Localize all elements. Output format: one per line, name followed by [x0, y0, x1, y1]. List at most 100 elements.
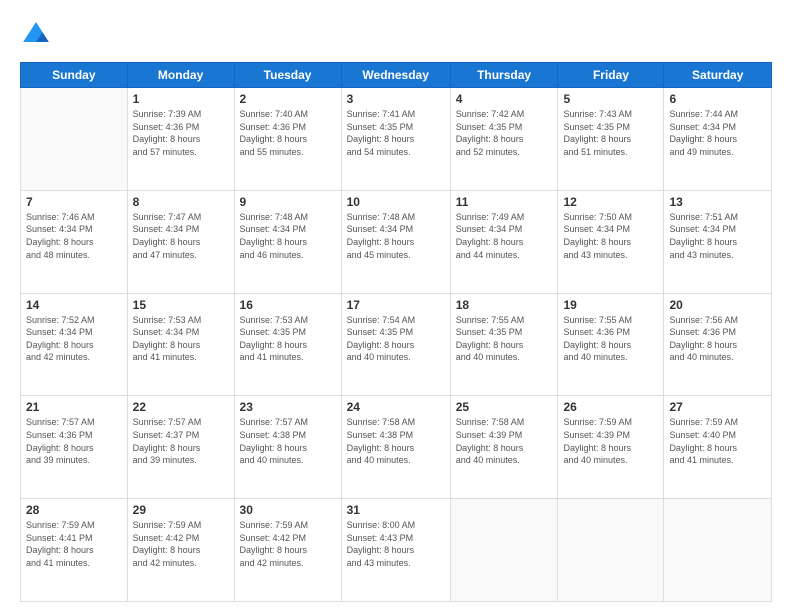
day-number: 6	[669, 92, 766, 106]
day-info: Sunrise: 7:57 AM Sunset: 4:36 PM Dayligh…	[26, 416, 122, 466]
calendar-cell: 6 Sunrise: 7:44 AM Sunset: 4:34 PM Daylig…	[664, 88, 772, 191]
calendar-table: SundayMondayTuesdayWednesdayThursdayFrid…	[20, 62, 772, 602]
calendar-cell: 29 Sunrise: 7:59 AM Sunset: 4:42 PM Dayli…	[127, 499, 234, 602]
calendar-cell	[450, 499, 558, 602]
calendar-cell: 31 Sunrise: 8:00 AM Sunset: 4:43 PM Dayli…	[341, 499, 450, 602]
day-info: Sunrise: 8:00 AM Sunset: 4:43 PM Dayligh…	[347, 519, 445, 569]
day-info: Sunrise: 7:42 AM Sunset: 4:35 PM Dayligh…	[456, 108, 553, 158]
day-number: 21	[26, 400, 122, 414]
day-info: Sunrise: 7:57 AM Sunset: 4:38 PM Dayligh…	[240, 416, 336, 466]
logo-icon	[20, 18, 52, 50]
day-info: Sunrise: 7:52 AM Sunset: 4:34 PM Dayligh…	[26, 314, 122, 364]
calendar-cell: 12Sunrise: 7:50 AM Sunset: 4:34 PM Dayli…	[558, 190, 664, 293]
day-number: 14	[26, 298, 122, 312]
calendar-cell: 24 Sunrise: 7:58 AM Sunset: 4:38 PM Dayli…	[341, 396, 450, 499]
day-info: Sunrise: 7:44 AM Sunset: 4:34 PM Dayligh…	[669, 108, 766, 158]
calendar-cell: 23 Sunrise: 7:57 AM Sunset: 4:38 PM Dayli…	[234, 396, 341, 499]
calendar-cell: 11 Sunrise: 7:49 AM Sunset: 4:34 PM Dayli…	[450, 190, 558, 293]
weekday-header-friday: Friday	[558, 63, 664, 88]
calendar-cell: 26Sunrise: 7:59 AM Sunset: 4:39 PM Dayli…	[558, 396, 664, 499]
day-number: 5	[563, 92, 658, 106]
calendar-cell	[664, 499, 772, 602]
day-number: 23	[240, 400, 336, 414]
weekday-header-tuesday: Tuesday	[234, 63, 341, 88]
calendar-cell: 3 Sunrise: 7:41 AM Sunset: 4:35 PM Daylig…	[341, 88, 450, 191]
day-info: Sunrise: 7:53 AM Sunset: 4:35 PM Dayligh…	[240, 314, 336, 364]
day-info: Sunrise: 7:56 AM Sunset: 4:36 PM Dayligh…	[669, 314, 766, 364]
page-header	[20, 18, 772, 50]
calendar-cell: 16 Sunrise: 7:53 AM Sunset: 4:35 PM Dayli…	[234, 293, 341, 396]
calendar-cell: 5 Sunrise: 7:43 AM Sunset: 4:35 PM Daylig…	[558, 88, 664, 191]
day-number: 31	[347, 503, 445, 517]
calendar-cell: 9Sunrise: 7:48 AM Sunset: 4:34 PM Daylig…	[234, 190, 341, 293]
day-info: Sunrise: 7:57 AM Sunset: 4:37 PM Dayligh…	[133, 416, 229, 466]
calendar-cell: 4 Sunrise: 7:42 AM Sunset: 4:35 PM Daylig…	[450, 88, 558, 191]
day-number: 17	[347, 298, 445, 312]
calendar-cell: 8Sunrise: 7:47 AM Sunset: 4:34 PM Daylig…	[127, 190, 234, 293]
day-number: 25	[456, 400, 553, 414]
calendar-week-row: 14 Sunrise: 7:52 AM Sunset: 4:34 PM Dayli…	[21, 293, 772, 396]
calendar-cell: 20 Sunrise: 7:56 AM Sunset: 4:36 PM Dayli…	[664, 293, 772, 396]
day-number: 16	[240, 298, 336, 312]
calendar-cell: 19 Sunrise: 7:55 AM Sunset: 4:36 PM Dayli…	[558, 293, 664, 396]
day-number: 3	[347, 92, 445, 106]
day-number: 2	[240, 92, 336, 106]
day-number: 13	[669, 195, 766, 209]
day-number: 29	[133, 503, 229, 517]
weekday-header-monday: Monday	[127, 63, 234, 88]
day-info: Sunrise: 7:49 AM Sunset: 4:34 PM Dayligh…	[456, 211, 553, 261]
calendar-week-row: 7 Sunrise: 7:46 AM Sunset: 4:34 PM Daylig…	[21, 190, 772, 293]
day-info: Sunrise: 7:55 AM Sunset: 4:35 PM Dayligh…	[456, 314, 553, 364]
day-number: 4	[456, 92, 553, 106]
day-info: Sunrise: 7:58 AM Sunset: 4:38 PM Dayligh…	[347, 416, 445, 466]
day-number: 20	[669, 298, 766, 312]
calendar-cell	[558, 499, 664, 602]
calendar-week-row: 28 Sunrise: 7:59 AM Sunset: 4:41 PM Dayli…	[21, 499, 772, 602]
day-number: 19	[563, 298, 658, 312]
calendar-week-row: 21 Sunrise: 7:57 AM Sunset: 4:36 PM Dayli…	[21, 396, 772, 499]
calendar-cell: 1Sunrise: 7:39 AM Sunset: 4:36 PM Daylig…	[127, 88, 234, 191]
day-number: 27	[669, 400, 766, 414]
day-info: Sunrise: 7:55 AM Sunset: 4:36 PM Dayligh…	[563, 314, 658, 364]
day-number: 26	[563, 400, 658, 414]
day-info: Sunrise: 7:59 AM Sunset: 4:42 PM Dayligh…	[240, 519, 336, 569]
day-info: Sunrise: 7:59 AM Sunset: 4:40 PM Dayligh…	[669, 416, 766, 466]
calendar-cell: 28 Sunrise: 7:59 AM Sunset: 4:41 PM Dayli…	[21, 499, 128, 602]
calendar-cell: 17 Sunrise: 7:54 AM Sunset: 4:35 PM Dayli…	[341, 293, 450, 396]
calendar-cell: 15Sunrise: 7:53 AM Sunset: 4:34 PM Dayli…	[127, 293, 234, 396]
calendar-cell: 22 Sunrise: 7:57 AM Sunset: 4:37 PM Dayli…	[127, 396, 234, 499]
day-info: Sunrise: 7:41 AM Sunset: 4:35 PM Dayligh…	[347, 108, 445, 158]
calendar-cell: 21 Sunrise: 7:57 AM Sunset: 4:36 PM Dayli…	[21, 396, 128, 499]
day-info: Sunrise: 7:43 AM Sunset: 4:35 PM Dayligh…	[563, 108, 658, 158]
calendar-cell: 7 Sunrise: 7:46 AM Sunset: 4:34 PM Daylig…	[21, 190, 128, 293]
weekday-header-saturday: Saturday	[664, 63, 772, 88]
day-number: 24	[347, 400, 445, 414]
day-info: Sunrise: 7:54 AM Sunset: 4:35 PM Dayligh…	[347, 314, 445, 364]
day-number: 28	[26, 503, 122, 517]
day-info: Sunrise: 7:59 AM Sunset: 4:41 PM Dayligh…	[26, 519, 122, 569]
day-number: 30	[240, 503, 336, 517]
calendar-cell	[21, 88, 128, 191]
calendar-cell: 13 Sunrise: 7:51 AM Sunset: 4:34 PM Dayli…	[664, 190, 772, 293]
day-info: Sunrise: 7:48 AM Sunset: 4:34 PM Dayligh…	[347, 211, 445, 261]
calendar-cell: 18Sunrise: 7:55 AM Sunset: 4:35 PM Dayli…	[450, 293, 558, 396]
calendar-cell: 27 Sunrise: 7:59 AM Sunset: 4:40 PM Dayli…	[664, 396, 772, 499]
weekday-header-sunday: Sunday	[21, 63, 128, 88]
day-info: Sunrise: 7:59 AM Sunset: 4:42 PM Dayligh…	[133, 519, 229, 569]
weekday-header-row: SundayMondayTuesdayWednesdayThursdayFrid…	[21, 63, 772, 88]
day-number: 22	[133, 400, 229, 414]
day-number: 7	[26, 195, 122, 209]
day-info: Sunrise: 7:46 AM Sunset: 4:34 PM Dayligh…	[26, 211, 122, 261]
day-number: 15	[133, 298, 229, 312]
day-number: 1	[133, 92, 229, 106]
calendar-cell: 10Sunrise: 7:48 AM Sunset: 4:34 PM Dayli…	[341, 190, 450, 293]
day-info: Sunrise: 7:47 AM Sunset: 4:34 PM Dayligh…	[133, 211, 229, 261]
calendar-cell: 2Sunrise: 7:40 AM Sunset: 4:36 PM Daylig…	[234, 88, 341, 191]
weekday-header-wednesday: Wednesday	[341, 63, 450, 88]
logo	[20, 18, 56, 50]
day-info: Sunrise: 7:51 AM Sunset: 4:34 PM Dayligh…	[669, 211, 766, 261]
day-number: 9	[240, 195, 336, 209]
day-number: 11	[456, 195, 553, 209]
calendar-cell: 25Sunrise: 7:58 AM Sunset: 4:39 PM Dayli…	[450, 396, 558, 499]
weekday-header-thursday: Thursday	[450, 63, 558, 88]
